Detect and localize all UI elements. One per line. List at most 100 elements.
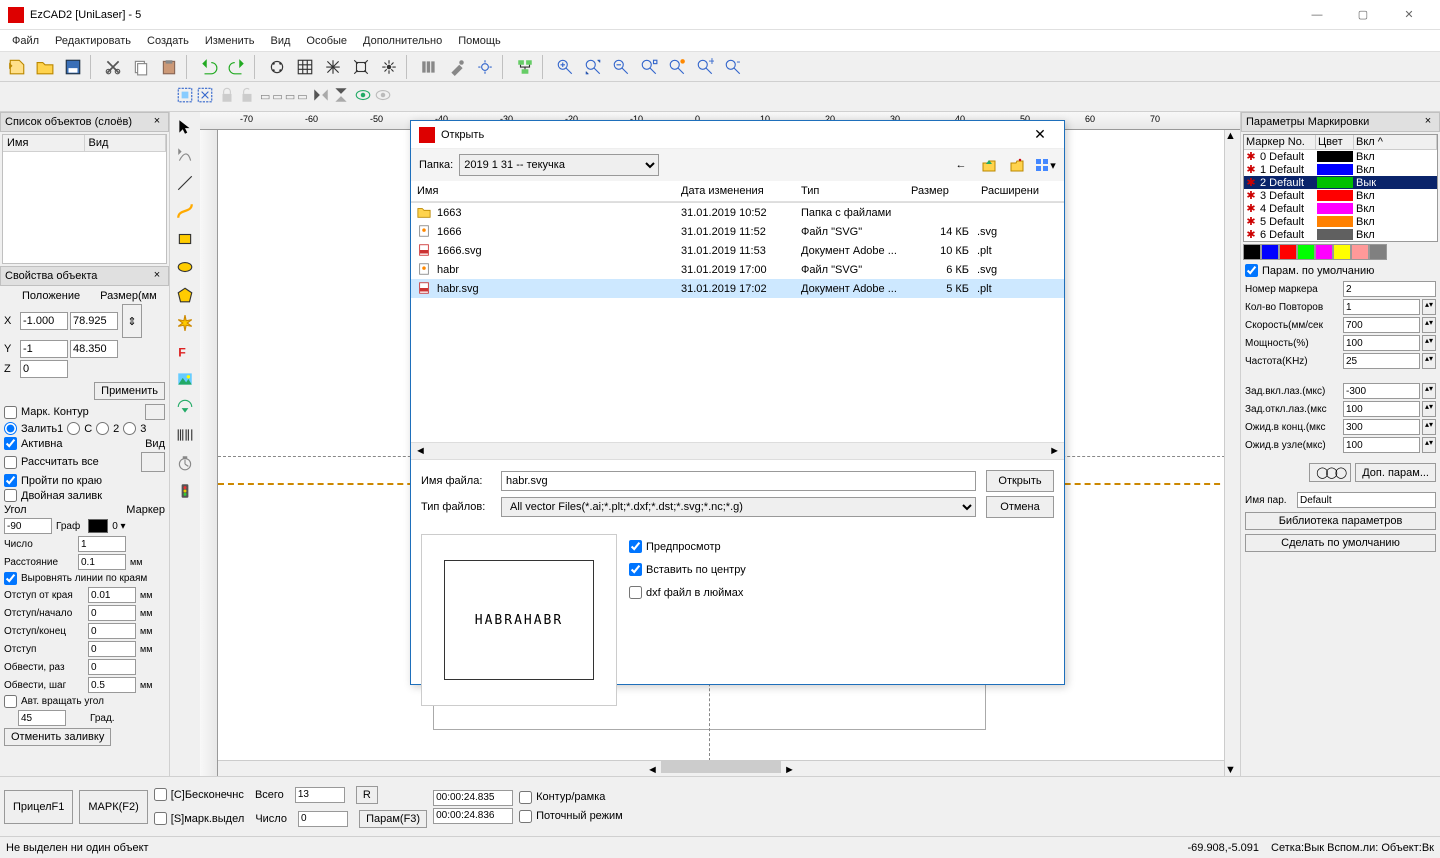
copy-icon[interactable] (128, 54, 154, 80)
rotate-input[interactable] (18, 710, 66, 726)
marker-row[interactable]: ✱3 DefaultВкл (1244, 189, 1437, 202)
menu-file[interactable]: Файл (4, 33, 47, 49)
cancel-button[interactable]: Отмена (986, 496, 1054, 518)
opt-dxf-checkbox[interactable] (629, 586, 642, 599)
calc-all-checkbox[interactable] (4, 456, 17, 469)
repeat-input[interactable] (1343, 299, 1420, 315)
save-icon[interactable] (60, 54, 86, 80)
line-tool-icon[interactable] (172, 170, 198, 196)
menu-extra[interactable]: Дополнительно (355, 33, 450, 49)
extra-param-button[interactable]: Доп. парам... (1355, 463, 1436, 482)
front-icon[interactable]: ▭ (285, 90, 295, 103)
opt-center-checkbox[interactable] (629, 563, 642, 576)
rect-tool-icon[interactable] (172, 226, 198, 252)
ellipse-tool-icon[interactable] (172, 254, 198, 280)
color-swatch[interactable] (1333, 244, 1351, 260)
start-off-input[interactable] (88, 605, 136, 621)
filecol-ext[interactable]: Расширени (975, 181, 1045, 201)
pointer-tool-icon[interactable] (172, 114, 198, 140)
zoom-sel-icon[interactable] (664, 54, 690, 80)
hatch-grid-icon[interactable] (292, 54, 318, 80)
text-tool-icon[interactable]: F (172, 338, 198, 364)
hatch-radial-icon[interactable] (376, 54, 402, 80)
folder-select[interactable]: 2019 1 31 -- текучка (459, 154, 659, 176)
edge-off-input[interactable] (88, 587, 136, 603)
menu-help[interactable]: Помощь (450, 33, 509, 49)
flow-icon[interactable] (512, 54, 538, 80)
minimize-button[interactable]: — (1294, 0, 1340, 30)
power-spin[interactable]: ▴▾ (1422, 335, 1436, 351)
v-scrollbar[interactable]: ▲▼ (1224, 130, 1240, 776)
marker-row[interactable]: ✱5 DefaultВкл (1244, 215, 1437, 228)
link-xy-icon[interactable]: ⇕ (122, 304, 142, 338)
vector-import-icon[interactable] (172, 394, 198, 420)
align-h-icon[interactable] (416, 54, 442, 80)
mirror-h-icon[interactable] (312, 86, 330, 107)
settings-icon[interactable] (472, 54, 498, 80)
wait-end-input[interactable] (1343, 419, 1420, 435)
hatch-dots-icon[interactable] (264, 54, 290, 80)
menu-edit[interactable]: Редактировать (47, 33, 139, 49)
apply-button[interactable]: Применить (94, 382, 165, 400)
dialog-close-icon[interactable]: ✕ (1024, 126, 1056, 143)
cancel-fill-button[interactable]: Отменить заливку (4, 728, 111, 746)
end-off-input[interactable] (88, 623, 136, 639)
contour-checkbox[interactable] (519, 791, 532, 804)
filetype-select[interactable]: All vector Files(*.ai;*.plt;*.dxf;*.dst;… (501, 497, 976, 517)
menu-view[interactable]: Вид (262, 33, 298, 49)
fill2-radio[interactable] (96, 422, 109, 435)
fill3-radio[interactable] (123, 422, 136, 435)
mirror-v-icon[interactable] (332, 86, 350, 107)
object-list-close-icon[interactable]: × (150, 115, 164, 129)
opt-preview-checkbox[interactable] (629, 540, 642, 553)
zoom-minus-icon[interactable]: - (720, 54, 746, 80)
select-all-icon[interactable] (176, 86, 194, 107)
tools-icon[interactable] (444, 54, 470, 80)
marker-color-swatch[interactable] (88, 519, 108, 533)
w-input[interactable] (70, 312, 118, 330)
count-input[interactable] (298, 811, 348, 827)
param-f3-button[interactable]: Парам(F3) (359, 810, 427, 828)
curve-tool-icon[interactable] (172, 198, 198, 224)
open-button[interactable]: Открыть (986, 470, 1054, 492)
color-swatch[interactable] (1261, 244, 1279, 260)
group-icon[interactable]: ▭ (260, 90, 270, 103)
circle-times-input[interactable] (88, 659, 136, 675)
x-input[interactable] (20, 312, 68, 330)
zoom-plus-icon[interactable]: + (692, 54, 718, 80)
object-list[interactable]: Имя Вид (2, 134, 167, 264)
marker-row[interactable]: ✱6 DefaultВкл (1244, 228, 1437, 241)
color-swatch[interactable] (1297, 244, 1315, 260)
filename-input[interactable] (501, 471, 976, 491)
align-lines-checkbox[interactable] (4, 572, 17, 585)
default-param-checkbox[interactable] (1245, 264, 1258, 277)
nav-viewmode-icon[interactable]: ▾ (1034, 154, 1056, 176)
nav-up-icon[interactable] (978, 154, 1000, 176)
maximize-button[interactable]: ▢ (1340, 0, 1386, 30)
speed-spin[interactable]: ▴▾ (1422, 317, 1436, 333)
number-input[interactable] (78, 536, 126, 552)
nav-back-icon[interactable]: ← (950, 154, 972, 176)
explode-tool-icon[interactable] (172, 310, 198, 336)
active-checkbox[interactable] (4, 437, 17, 450)
aim-button[interactable]: ПрицелF1 (4, 790, 73, 824)
redo-icon[interactable] (224, 54, 250, 80)
y-input[interactable] (20, 340, 68, 358)
mark-params-close-icon[interactable]: × (1421, 115, 1435, 129)
file-row[interactable]: 166631.01.2019 11:52Файл "SVG"14 КБ.svg (411, 222, 1064, 241)
distance-input[interactable] (78, 554, 126, 570)
open-icon[interactable] (32, 54, 58, 80)
double-fill-checkbox[interactable] (4, 489, 17, 502)
barcode-tool-icon[interactable] (172, 422, 198, 448)
file-list-hscroll[interactable]: ◄► (411, 442, 1064, 460)
color-swatch[interactable] (1243, 244, 1261, 260)
marker-row[interactable]: ✱2 DefaultВык (1244, 176, 1437, 189)
cut-icon[interactable] (100, 54, 126, 80)
mark-contour-checkbox[interactable] (4, 406, 17, 419)
repeat-spin[interactable]: ▴▾ (1422, 299, 1436, 315)
undo-icon[interactable] (196, 54, 222, 80)
freq-spin[interactable]: ▴▾ (1422, 353, 1436, 369)
eye-off-icon[interactable] (374, 86, 392, 107)
file-row[interactable]: 166331.01.2019 10:52Папка с файлами (411, 203, 1064, 222)
zoom-in-icon[interactable] (552, 54, 578, 80)
